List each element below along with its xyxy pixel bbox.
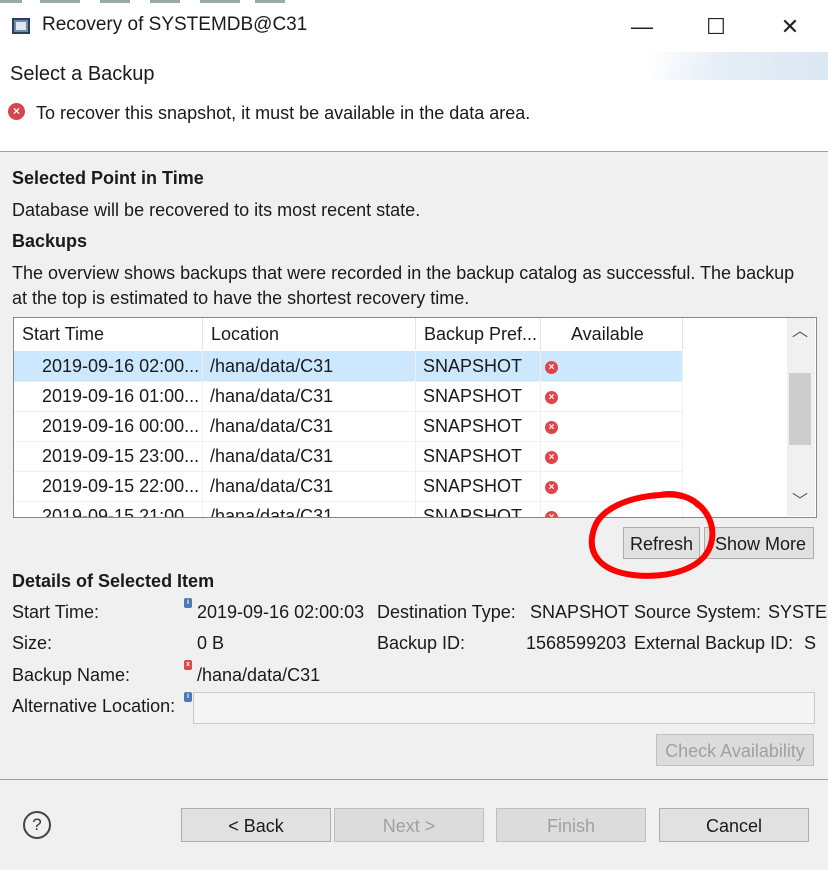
back-button[interactable]: < Back	[181, 808, 331, 842]
cell-start-time: 2019-09-15 21:00...	[14, 501, 203, 517]
cell-backup-prefix: SNAPSHOT	[416, 381, 541, 411]
info-icon: i	[184, 692, 192, 702]
footer-separator	[0, 779, 828, 780]
backups-description-line2: at the top is estimated to have the shor…	[12, 288, 470, 308]
destination-type-value: SNAPSHOT	[530, 602, 630, 622]
start-time-label: Start Time:	[12, 602, 100, 622]
error-icon: ×	[545, 450, 558, 464]
check-availability-button[interactable]: Check Availability	[656, 734, 814, 766]
error-icon: ×	[545, 480, 558, 494]
header-banner-graphic	[648, 52, 828, 80]
cell-available: ×	[541, 411, 683, 441]
column-header-start-time[interactable]: Start Time	[14, 318, 203, 350]
table-row[interactable]: 2019-09-16 00:00... /hana/data/C31 SNAPS…	[14, 411, 683, 442]
cell-start-time: 2019-09-16 00:00...	[14, 411, 203, 441]
annotation-circle	[588, 491, 716, 579]
scroll-up-arrow-icon[interactable]: ︿	[789, 322, 811, 342]
start-time-value: 2019-09-16 02:00:03	[197, 602, 365, 622]
point-in-time-text: Database will be recovered to its most r…	[12, 200, 421, 220]
destination-type-label: Destination Type:	[377, 602, 516, 622]
external-backup-id-label: External Backup ID:	[634, 633, 794, 653]
error-icon: ×	[545, 390, 558, 404]
cell-start-time: 2019-09-16 01:00...	[14, 381, 203, 411]
alternative-location-label: Alternative Location:	[12, 696, 176, 716]
cell-location: /hana/data/C31	[203, 501, 416, 517]
header-separator	[0, 151, 828, 152]
cell-backup-prefix: SNAPSHOT	[416, 441, 541, 471]
size-value: 0 B	[197, 633, 225, 653]
scroll-down-arrow-icon[interactable]: ﹀	[789, 492, 811, 512]
cell-available: ×	[541, 351, 683, 381]
scrollbar-thumb[interactable]	[789, 373, 811, 445]
top-strip	[0, 0, 828, 6]
minimize-button[interactable]: —	[620, 10, 664, 44]
next-button[interactable]: Next >	[334, 808, 484, 842]
external-backup-id-value: S	[804, 633, 817, 653]
backups-description-line1: The overview shows backups that were rec…	[12, 263, 795, 283]
error-icon: x	[184, 660, 192, 670]
error-icon: ×	[545, 420, 558, 434]
column-header-backup-prefix[interactable]: Backup Pref...	[416, 318, 541, 350]
backups-heading: Backups	[12, 231, 88, 251]
cell-backup-prefix: SNAPSHOT	[416, 411, 541, 441]
table-row[interactable]: 2019-09-15 23:00... /hana/data/C31 SNAPS…	[14, 441, 683, 472]
backups-table[interactable]: Start Time Location Backup Pref... Avail…	[13, 317, 817, 518]
info-icon: i	[184, 598, 192, 608]
table-row[interactable]: 2019-09-16 01:00... /hana/data/C31 SNAPS…	[14, 381, 683, 412]
app-icon	[12, 18, 30, 34]
cell-start-time: 2019-09-16 02:00...	[14, 351, 203, 381]
page-title: Select a Backup	[10, 63, 155, 85]
error-icon: ×	[545, 510, 558, 517]
alternative-location-input[interactable]	[193, 692, 815, 724]
source-system-value: SYSTE	[768, 602, 828, 622]
details-heading: Details of Selected Item	[12, 571, 215, 591]
backup-id-value: 1568599203	[526, 633, 627, 653]
table-row[interactable]: 2019-09-15 21:00... /hana/data/C31 SNAPS…	[14, 501, 683, 517]
table-row[interactable]: 2019-09-15 22:00... /hana/data/C31 SNAPS…	[14, 471, 683, 502]
close-button[interactable]: ✕	[768, 10, 812, 44]
cell-available: ×	[541, 381, 683, 411]
help-icon[interactable]: ?	[23, 811, 51, 839]
cell-backup-prefix: SNAPSHOT	[416, 471, 541, 501]
size-label: Size:	[12, 633, 53, 653]
cell-start-time: 2019-09-15 23:00...	[14, 441, 203, 471]
point-in-time-heading: Selected Point in Time	[12, 168, 204, 188]
cell-backup-prefix: SNAPSHOT	[416, 351, 541, 381]
error-message: To recover this snapshot, it must be ava…	[36, 103, 531, 123]
error-icon: ×	[545, 360, 558, 374]
cell-location: /hana/data/C31	[203, 351, 416, 381]
cell-location: /hana/data/C31	[203, 381, 416, 411]
backup-id-label: Backup ID:	[377, 633, 466, 653]
cell-location: /hana/data/C31	[203, 441, 416, 471]
maximize-button[interactable]: ☐	[694, 10, 738, 44]
finish-button[interactable]: Finish	[496, 808, 646, 842]
backup-name-value: /hana/data/C31	[197, 665, 321, 685]
cell-backup-prefix: SNAPSHOT	[416, 501, 541, 517]
source-system-label: Source System:	[634, 602, 762, 622]
show-more-button[interactable]: Show More	[704, 527, 814, 559]
window-title: Recovery of SYSTEMDB@C31	[42, 14, 308, 35]
backup-name-label: Backup Name:	[12, 665, 131, 685]
column-header-available[interactable]: Available	[541, 318, 683, 350]
cell-location: /hana/data/C31	[203, 471, 416, 501]
column-header-location[interactable]: Location	[203, 318, 416, 350]
cell-available: ×	[541, 441, 683, 471]
cell-start-time: 2019-09-15 22:00...	[14, 471, 203, 501]
error-icon: ×	[8, 103, 25, 120]
table-row[interactable]: 2019-09-16 02:00... /hana/data/C31 SNAPS…	[14, 351, 683, 382]
cell-location: /hana/data/C31	[203, 411, 416, 441]
cancel-button[interactable]: Cancel	[659, 808, 809, 842]
